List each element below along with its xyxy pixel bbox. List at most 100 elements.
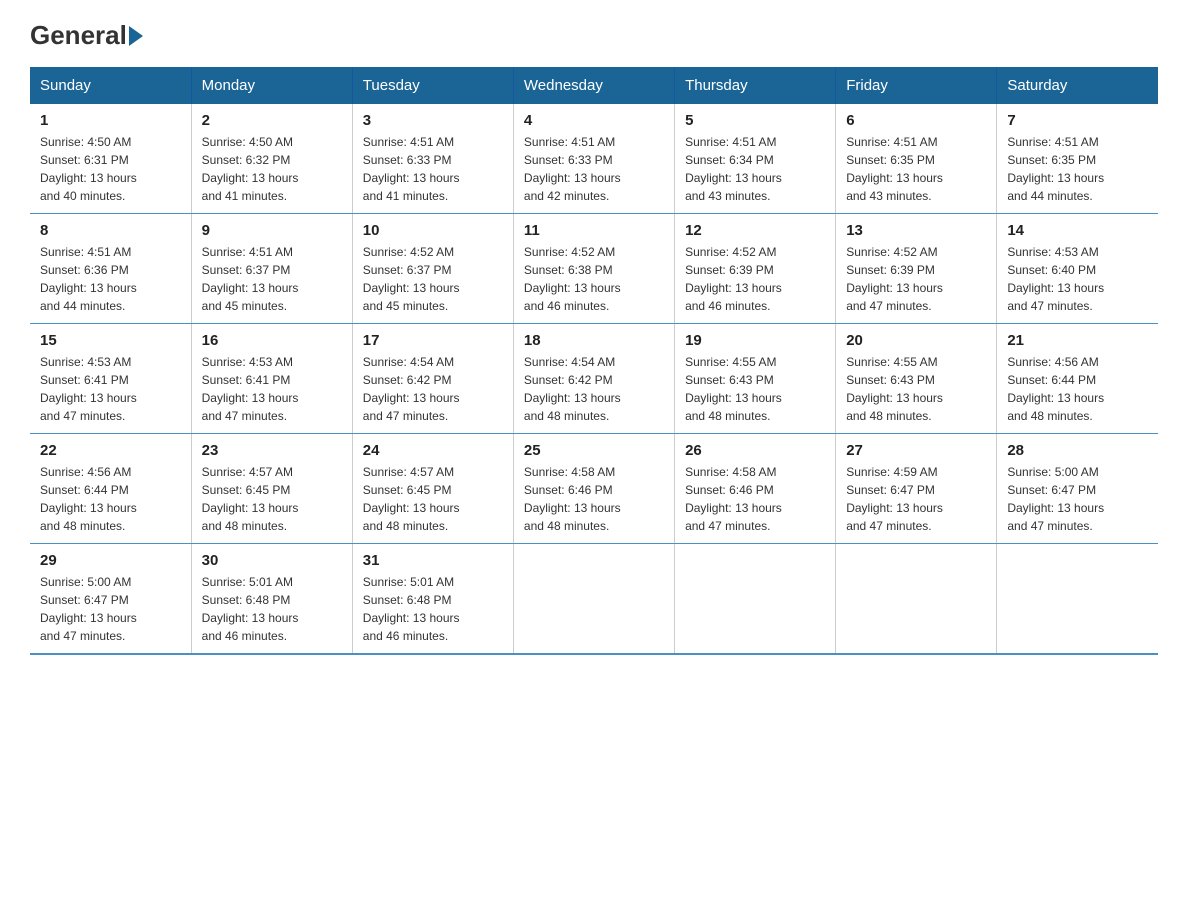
week-row-3: 15 Sunrise: 4:53 AM Sunset: 6:41 PM Dayl…: [30, 324, 1158, 434]
day-number: 29: [40, 552, 181, 569]
day-detail: Sunrise: 4:57 AM Sunset: 6:45 PM Dayligh…: [202, 463, 342, 535]
header-row: SundayMondayTuesdayWednesdayThursdayFrid…: [30, 67, 1158, 104]
day-number: 27: [846, 442, 986, 459]
day-number: 13: [846, 222, 986, 239]
day-cell: 8 Sunrise: 4:51 AM Sunset: 6:36 PM Dayli…: [30, 214, 191, 324]
day-number: 23: [202, 442, 342, 459]
day-number: 6: [846, 112, 986, 129]
day-cell: 6 Sunrise: 4:51 AM Sunset: 6:35 PM Dayli…: [836, 104, 997, 214]
week-row-4: 22 Sunrise: 4:56 AM Sunset: 6:44 PM Dayl…: [30, 434, 1158, 544]
day-number: 25: [524, 442, 664, 459]
day-cell: 20 Sunrise: 4:55 AM Sunset: 6:43 PM Dayl…: [836, 324, 997, 434]
day-cell: 3 Sunrise: 4:51 AM Sunset: 6:33 PM Dayli…: [352, 104, 513, 214]
day-cell: 11 Sunrise: 4:52 AM Sunset: 6:38 PM Dayl…: [513, 214, 674, 324]
week-row-5: 29 Sunrise: 5:00 AM Sunset: 6:47 PM Dayl…: [30, 544, 1158, 655]
day-cell: [836, 544, 997, 655]
day-number: 30: [202, 552, 342, 569]
day-cell: 31 Sunrise: 5:01 AM Sunset: 6:48 PM Dayl…: [352, 544, 513, 655]
day-number: 7: [1007, 112, 1148, 129]
day-cell: 29 Sunrise: 5:00 AM Sunset: 6:47 PM Dayl…: [30, 544, 191, 655]
day-number: 3: [363, 112, 503, 129]
day-cell: 13 Sunrise: 4:52 AM Sunset: 6:39 PM Dayl…: [836, 214, 997, 324]
logo: General: [30, 20, 145, 47]
day-cell: 25 Sunrise: 4:58 AM Sunset: 6:46 PM Dayl…: [513, 434, 674, 544]
day-number: 18: [524, 332, 664, 349]
day-cell: 12 Sunrise: 4:52 AM Sunset: 6:39 PM Dayl…: [675, 214, 836, 324]
day-number: 12: [685, 222, 825, 239]
header-day-friday: Friday: [836, 67, 997, 104]
calendar-body: 1 Sunrise: 4:50 AM Sunset: 6:31 PM Dayli…: [30, 104, 1158, 654]
day-cell: 23 Sunrise: 4:57 AM Sunset: 6:45 PM Dayl…: [191, 434, 352, 544]
day-detail: Sunrise: 5:00 AM Sunset: 6:47 PM Dayligh…: [1007, 463, 1148, 535]
day-detail: Sunrise: 4:50 AM Sunset: 6:31 PM Dayligh…: [40, 133, 181, 205]
day-cell: 30 Sunrise: 5:01 AM Sunset: 6:48 PM Dayl…: [191, 544, 352, 655]
day-number: 8: [40, 222, 181, 239]
day-cell: [997, 544, 1158, 655]
day-detail: Sunrise: 4:52 AM Sunset: 6:39 PM Dayligh…: [685, 243, 825, 315]
day-detail: Sunrise: 5:00 AM Sunset: 6:47 PM Dayligh…: [40, 573, 181, 645]
header-day-tuesday: Tuesday: [352, 67, 513, 104]
day-number: 17: [363, 332, 503, 349]
day-detail: Sunrise: 5:01 AM Sunset: 6:48 PM Dayligh…: [202, 573, 342, 645]
day-detail: Sunrise: 4:54 AM Sunset: 6:42 PM Dayligh…: [524, 353, 664, 425]
day-cell: 16 Sunrise: 4:53 AM Sunset: 6:41 PM Dayl…: [191, 324, 352, 434]
day-number: 26: [685, 442, 825, 459]
day-cell: 22 Sunrise: 4:56 AM Sunset: 6:44 PM Dayl…: [30, 434, 191, 544]
day-number: 16: [202, 332, 342, 349]
day-detail: Sunrise: 4:51 AM Sunset: 6:33 PM Dayligh…: [524, 133, 664, 205]
day-cell: 21 Sunrise: 4:56 AM Sunset: 6:44 PM Dayl…: [997, 324, 1158, 434]
day-detail: Sunrise: 4:52 AM Sunset: 6:39 PM Dayligh…: [846, 243, 986, 315]
header-day-monday: Monday: [191, 67, 352, 104]
header-day-thursday: Thursday: [675, 67, 836, 104]
day-number: 9: [202, 222, 342, 239]
day-detail: Sunrise: 4:56 AM Sunset: 6:44 PM Dayligh…: [40, 463, 181, 535]
day-detail: Sunrise: 4:59 AM Sunset: 6:47 PM Dayligh…: [846, 463, 986, 535]
day-detail: Sunrise: 4:58 AM Sunset: 6:46 PM Dayligh…: [524, 463, 664, 535]
day-cell: 4 Sunrise: 4:51 AM Sunset: 6:33 PM Dayli…: [513, 104, 674, 214]
day-number: 2: [202, 112, 342, 129]
day-cell: 5 Sunrise: 4:51 AM Sunset: 6:34 PM Dayli…: [675, 104, 836, 214]
day-detail: Sunrise: 5:01 AM Sunset: 6:48 PM Dayligh…: [363, 573, 503, 645]
day-detail: Sunrise: 4:51 AM Sunset: 6:35 PM Dayligh…: [846, 133, 986, 205]
header-day-saturday: Saturday: [997, 67, 1158, 104]
day-number: 14: [1007, 222, 1148, 239]
day-detail: Sunrise: 4:55 AM Sunset: 6:43 PM Dayligh…: [846, 353, 986, 425]
day-cell: 18 Sunrise: 4:54 AM Sunset: 6:42 PM Dayl…: [513, 324, 674, 434]
day-number: 15: [40, 332, 181, 349]
week-row-2: 8 Sunrise: 4:51 AM Sunset: 6:36 PM Dayli…: [30, 214, 1158, 324]
day-cell: 1 Sunrise: 4:50 AM Sunset: 6:31 PM Dayli…: [30, 104, 191, 214]
day-number: 4: [524, 112, 664, 129]
day-detail: Sunrise: 4:53 AM Sunset: 6:40 PM Dayligh…: [1007, 243, 1148, 315]
day-detail: Sunrise: 4:54 AM Sunset: 6:42 PM Dayligh…: [363, 353, 503, 425]
day-number: 22: [40, 442, 181, 459]
page-header: General: [30, 20, 1158, 47]
day-cell: 7 Sunrise: 4:51 AM Sunset: 6:35 PM Dayli…: [997, 104, 1158, 214]
day-cell: 27 Sunrise: 4:59 AM Sunset: 6:47 PM Dayl…: [836, 434, 997, 544]
day-cell: 19 Sunrise: 4:55 AM Sunset: 6:43 PM Dayl…: [675, 324, 836, 434]
header-day-wednesday: Wednesday: [513, 67, 674, 104]
day-number: 24: [363, 442, 503, 459]
week-row-1: 1 Sunrise: 4:50 AM Sunset: 6:31 PM Dayli…: [30, 104, 1158, 214]
day-number: 5: [685, 112, 825, 129]
day-detail: Sunrise: 4:51 AM Sunset: 6:34 PM Dayligh…: [685, 133, 825, 205]
day-number: 11: [524, 222, 664, 239]
day-detail: Sunrise: 4:51 AM Sunset: 6:35 PM Dayligh…: [1007, 133, 1148, 205]
header-day-sunday: Sunday: [30, 67, 191, 104]
day-detail: Sunrise: 4:51 AM Sunset: 6:33 PM Dayligh…: [363, 133, 503, 205]
day-cell: 24 Sunrise: 4:57 AM Sunset: 6:45 PM Dayl…: [352, 434, 513, 544]
day-cell: 17 Sunrise: 4:54 AM Sunset: 6:42 PM Dayl…: [352, 324, 513, 434]
day-detail: Sunrise: 4:50 AM Sunset: 6:32 PM Dayligh…: [202, 133, 342, 205]
day-number: 10: [363, 222, 503, 239]
day-detail: Sunrise: 4:52 AM Sunset: 6:38 PM Dayligh…: [524, 243, 664, 315]
day-cell: 2 Sunrise: 4:50 AM Sunset: 6:32 PM Dayli…: [191, 104, 352, 214]
day-detail: Sunrise: 4:53 AM Sunset: 6:41 PM Dayligh…: [202, 353, 342, 425]
day-detail: Sunrise: 4:58 AM Sunset: 6:46 PM Dayligh…: [685, 463, 825, 535]
day-detail: Sunrise: 4:51 AM Sunset: 6:36 PM Dayligh…: [40, 243, 181, 315]
day-number: 20: [846, 332, 986, 349]
day-cell: 15 Sunrise: 4:53 AM Sunset: 6:41 PM Dayl…: [30, 324, 191, 434]
day-cell: 9 Sunrise: 4:51 AM Sunset: 6:37 PM Dayli…: [191, 214, 352, 324]
day-cell: 28 Sunrise: 5:00 AM Sunset: 6:47 PM Dayl…: [997, 434, 1158, 544]
day-number: 19: [685, 332, 825, 349]
day-detail: Sunrise: 4:55 AM Sunset: 6:43 PM Dayligh…: [685, 353, 825, 425]
calendar-table: SundayMondayTuesdayWednesdayThursdayFrid…: [30, 67, 1158, 655]
